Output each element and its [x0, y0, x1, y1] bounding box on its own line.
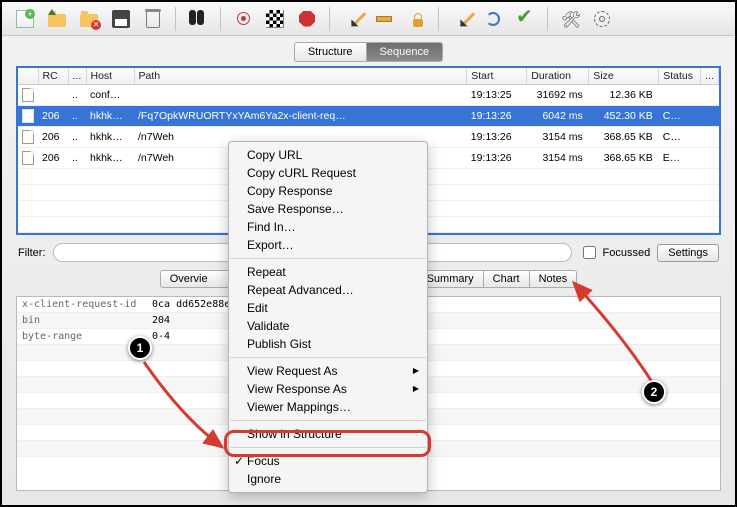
- menu-viewer-mappings[interactable]: Viewer Mappings…: [229, 398, 427, 416]
- menu-view-response-as[interactable]: View Response As: [229, 380, 427, 398]
- menu-show-in-structure[interactable]: Show in Structure: [229, 425, 427, 443]
- col-rc[interactable]: RC: [38, 68, 68, 85]
- trash-button[interactable]: [138, 5, 168, 32]
- col-start[interactable]: Start: [467, 68, 527, 85]
- lock-button[interactable]: [401, 5, 431, 32]
- focussed-checkbox[interactable]: [583, 246, 596, 259]
- record-button[interactable]: [228, 5, 258, 32]
- menu-copy-response[interactable]: Copy Response: [229, 182, 427, 200]
- menu-repeat-advanced[interactable]: Repeat Advanced…: [229, 281, 427, 299]
- callout-1: 1: [128, 336, 152, 360]
- refresh-button[interactable]: [478, 5, 508, 32]
- focussed-label: Focussed: [603, 247, 651, 259]
- tab-chart[interactable]: Chart: [483, 271, 529, 287]
- tools-button[interactable]: 🛠: [555, 5, 585, 32]
- col-icon[interactable]: [18, 68, 38, 85]
- file-icon: [22, 151, 34, 165]
- context-menu[interactable]: Copy URL Copy cURL Request Copy Response…: [228, 141, 428, 493]
- pencil-button[interactable]: [337, 5, 367, 32]
- tab-sequence[interactable]: Sequence: [366, 43, 443, 61]
- table-row[interactable]: ..conf…19:13:2531692 ms12.36 KB: [18, 85, 719, 106]
- file-icon: [22, 130, 34, 144]
- ruler-button[interactable]: [369, 5, 399, 32]
- menu-view-request-as[interactable]: View Request As: [229, 362, 427, 380]
- menu-edit[interactable]: Edit: [229, 299, 427, 317]
- col-duration[interactable]: Duration: [527, 68, 589, 85]
- menu-validate[interactable]: Validate: [229, 317, 427, 335]
- view-tabs: Structure Sequence: [2, 36, 735, 66]
- binoculars-button[interactable]: [183, 5, 213, 32]
- menu-publish-gist[interactable]: Publish Gist: [229, 335, 427, 353]
- menu-focus[interactable]: Focus: [229, 452, 427, 470]
- menu-copy-url[interactable]: Copy URL: [229, 146, 427, 164]
- col-last[interactable]: ...: [701, 68, 719, 85]
- settings-gear-button[interactable]: [587, 5, 617, 32]
- settings-button[interactable]: Settings: [657, 244, 719, 262]
- menu-export[interactable]: Export…: [229, 236, 427, 254]
- save-button[interactable]: [106, 5, 136, 32]
- menu-find-in[interactable]: Find In…: [229, 218, 427, 236]
- col-path[interactable]: Path: [134, 68, 467, 85]
- menu-save-response[interactable]: Save Response…: [229, 200, 427, 218]
- tab-structure[interactable]: Structure: [295, 43, 366, 61]
- edit-pencil-button[interactable]: [446, 5, 476, 32]
- col-status[interactable]: Status: [659, 68, 701, 85]
- col-size[interactable]: Size: [589, 68, 659, 85]
- filter-label: Filter:: [18, 247, 46, 259]
- new-file-button[interactable]: +: [10, 5, 40, 32]
- col-dots[interactable]: ...: [68, 68, 86, 85]
- flag-button[interactable]: [260, 5, 290, 32]
- file-icon: [22, 109, 34, 123]
- table-row[interactable]: 206..hkhk…/Fq7OpkWRUORTYxYAm6Ya2x-client…: [18, 106, 719, 127]
- callout-2: 2: [642, 380, 666, 404]
- toolbar: + ✔ 🛠: [2, 2, 735, 36]
- tab-notes[interactable]: Notes: [529, 271, 577, 287]
- tab-overview[interactable]: Overvie: [161, 271, 217, 287]
- file-icon: [22, 88, 34, 102]
- checkmark-button[interactable]: ✔: [510, 5, 540, 32]
- menu-repeat[interactable]: Repeat: [229, 263, 427, 281]
- col-host[interactable]: Host: [86, 68, 134, 85]
- open-folder-button[interactable]: [42, 5, 72, 32]
- close-folder-button[interactable]: [74, 5, 104, 32]
- menu-ignore[interactable]: Ignore: [229, 470, 427, 488]
- stop-button[interactable]: [292, 5, 322, 32]
- menu-copy-curl[interactable]: Copy cURL Request: [229, 164, 427, 182]
